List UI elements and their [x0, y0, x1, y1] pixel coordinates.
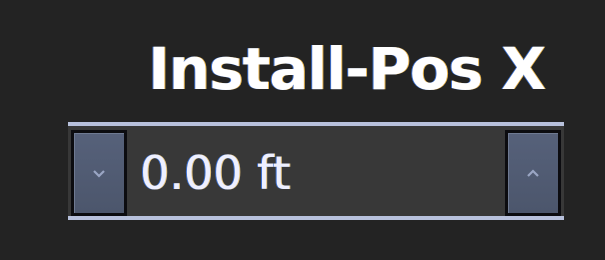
- install-pos-x-spinner[interactable]: 0.00 ft: [68, 122, 564, 220]
- chevron-up-icon: [527, 168, 539, 177]
- field-label: Install-Pos X: [148, 35, 546, 103]
- panel: Install-Pos X 0.00 ft: [0, 0, 605, 260]
- value-display[interactable]: 0.00 ft: [140, 140, 290, 206]
- chevron-down-icon: [93, 169, 105, 178]
- increment-button[interactable]: [505, 130, 561, 216]
- decrement-button[interactable]: [71, 130, 127, 216]
